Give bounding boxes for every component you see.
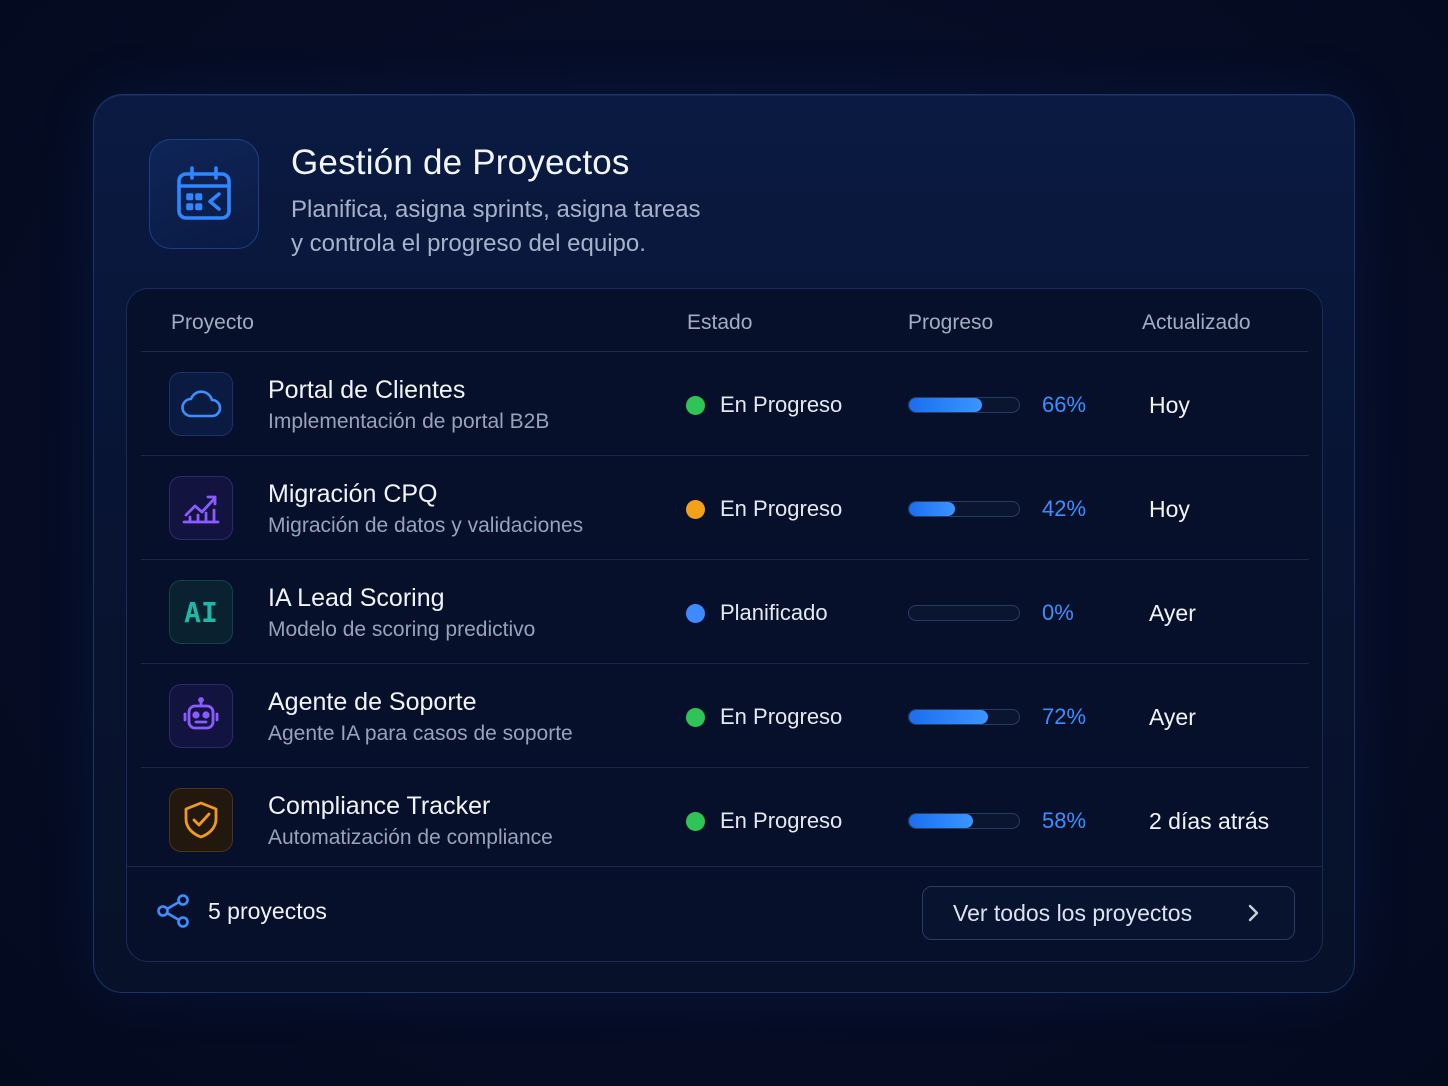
table-row[interactable]: Agente de Soporte Agente IA para casos d… bbox=[141, 664, 1309, 768]
progress-bar bbox=[908, 709, 1020, 725]
chart-trend-icon bbox=[182, 495, 220, 524]
project-name: Agente de Soporte bbox=[268, 688, 477, 716]
page-subtitle: Planifica, asigna sprints, asigna tareas… bbox=[291, 193, 811, 261]
calendar-icon bbox=[177, 166, 231, 220]
column-header-actualizado: Actualizado bbox=[1142, 311, 1251, 334]
projects-card: Gestión de Proyectos Planifica, asigna s… bbox=[93, 94, 1355, 993]
progress-fill bbox=[909, 814, 973, 828]
progress-bar bbox=[908, 813, 1020, 829]
status-badge: En Progreso bbox=[720, 704, 843, 729]
project-count: 5 proyectos bbox=[208, 898, 327, 924]
table-row[interactable]: AI IA Lead Scoring Modelo de scoring pre… bbox=[141, 560, 1309, 664]
project-icon-tile: AI bbox=[169, 580, 233, 644]
progress-percent: 58% bbox=[1042, 808, 1087, 833]
project-name: IA Lead Scoring bbox=[268, 584, 445, 612]
project-description: Migración de datos y validaciones bbox=[268, 514, 584, 537]
updated-label: 2 días atrás bbox=[1149, 808, 1270, 834]
progress-bar bbox=[908, 501, 1020, 517]
status-badge: Planificado bbox=[720, 600, 828, 625]
ai-icon: AI bbox=[184, 595, 218, 629]
status-dot bbox=[686, 500, 705, 519]
progress-fill bbox=[909, 710, 989, 724]
project-name: Compliance Tracker bbox=[268, 792, 491, 820]
project-name: Portal de Clientes bbox=[268, 376, 466, 404]
progress-percent: 42% bbox=[1042, 496, 1087, 521]
column-header-proyecto: Proyecto bbox=[171, 311, 254, 334]
status-dot bbox=[686, 812, 705, 831]
project-name: Migración CPQ bbox=[268, 480, 438, 508]
table-row[interactable]: Portal de Clientes Implementación de por… bbox=[141, 352, 1309, 456]
project-description: Implementación de portal B2B bbox=[268, 410, 550, 433]
column-header-progreso: Progreso bbox=[908, 311, 994, 334]
status-badge: En Progreso bbox=[720, 496, 843, 521]
shield-check-icon bbox=[184, 801, 218, 839]
project-description: Automatización de compliance bbox=[268, 826, 553, 849]
project-description: Agente IA para casos de soporte bbox=[268, 722, 573, 745]
column-header-estado: Estado bbox=[687, 311, 753, 334]
footer-divider bbox=[127, 866, 1322, 867]
table-row[interactable]: Migración CPQ Migración de datos y valid… bbox=[141, 456, 1309, 560]
subtitle-line-2: y controla el progreso del equipo. bbox=[291, 230, 646, 257]
status-dot bbox=[686, 708, 705, 727]
progress-percent: 72% bbox=[1042, 704, 1087, 729]
updated-label: Ayer bbox=[1149, 600, 1196, 626]
share-icon bbox=[157, 894, 189, 928]
project-icon-tile bbox=[169, 476, 233, 540]
robot-icon bbox=[183, 697, 219, 730]
progress-fill bbox=[909, 502, 956, 516]
view-all-projects-label: Ver todos los proyectos bbox=[953, 899, 1193, 926]
project-icon-tile bbox=[169, 684, 233, 748]
calendar-icon-tile bbox=[149, 139, 259, 249]
updated-label: Hoy bbox=[1149, 496, 1190, 522]
project-icon-tile bbox=[169, 372, 233, 436]
status-badge: En Progreso bbox=[720, 808, 843, 833]
status-badge: En Progreso bbox=[720, 392, 843, 417]
progress-percent: 0% bbox=[1042, 600, 1074, 625]
cloud-icon bbox=[181, 390, 222, 418]
status-dot bbox=[686, 604, 705, 623]
status-dot bbox=[686, 396, 705, 415]
progress-bar bbox=[908, 397, 1020, 413]
projects-table: Proyecto Estado Progreso Actualizado Por… bbox=[126, 288, 1323, 962]
table-row[interactable]: Compliance Tracker Automatización de com… bbox=[141, 768, 1309, 872]
chevron-right-icon bbox=[1248, 904, 1259, 922]
project-icon-tile bbox=[169, 788, 233, 852]
updated-label: Hoy bbox=[1149, 392, 1190, 418]
view-all-projects-button[interactable]: Ver todos los proyectos bbox=[922, 886, 1295, 940]
progress-fill bbox=[909, 398, 982, 412]
updated-label: Ayer bbox=[1149, 704, 1196, 730]
project-description: Modelo de scoring predictivo bbox=[268, 618, 536, 641]
subtitle-line-1: Planifica, asigna sprints, asigna tareas bbox=[291, 196, 701, 223]
progress-bar bbox=[908, 605, 1020, 621]
page-title: Gestión de Proyectos bbox=[291, 143, 630, 182]
progress-percent: 66% bbox=[1042, 392, 1087, 417]
